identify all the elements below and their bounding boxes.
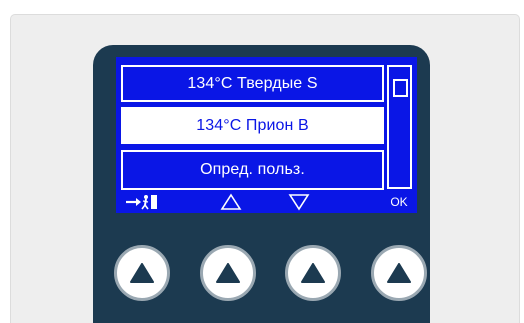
hardware-button-3[interactable]: [285, 245, 341, 301]
softkey-exit[interactable]: [122, 190, 162, 213]
menu-item-label: Опред. польз.: [200, 161, 305, 178]
hardware-button-4[interactable]: [371, 245, 427, 301]
softkey-ok-label: OK: [390, 194, 408, 209]
softkey-bar: OK: [116, 190, 417, 213]
triangle-up-icon: [387, 263, 411, 283]
triangle-up-icon: [130, 263, 154, 283]
menu-item-134-solid[interactable]: 134°C Твердые S: [121, 65, 384, 102]
softkey-up[interactable]: [216, 190, 246, 213]
softkey-ok[interactable]: OK: [384, 190, 414, 213]
triangle-up-icon: [216, 263, 240, 283]
scrollbar-thumb[interactable]: [393, 79, 408, 97]
scrollbar[interactable]: [387, 65, 412, 189]
hardware-button-1[interactable]: [114, 245, 170, 301]
triangle-up-outline-icon: [220, 193, 242, 210]
softkey-down[interactable]: [284, 190, 314, 213]
exit-door-icon: [126, 194, 157, 209]
triangle-up-icon: [301, 263, 325, 283]
triangle-down-outline-icon: [288, 193, 310, 210]
menu-item-label: 134°C Прион B: [196, 116, 309, 134]
menu-item-label: 134°C Твердые S: [187, 74, 318, 92]
menu-item-134-prion-selected[interactable]: 134°C Прион B: [121, 107, 384, 144]
hardware-button-2[interactable]: [200, 245, 256, 301]
menu-item-user-defined[interactable]: Опред. польз.: [121, 150, 384, 190]
